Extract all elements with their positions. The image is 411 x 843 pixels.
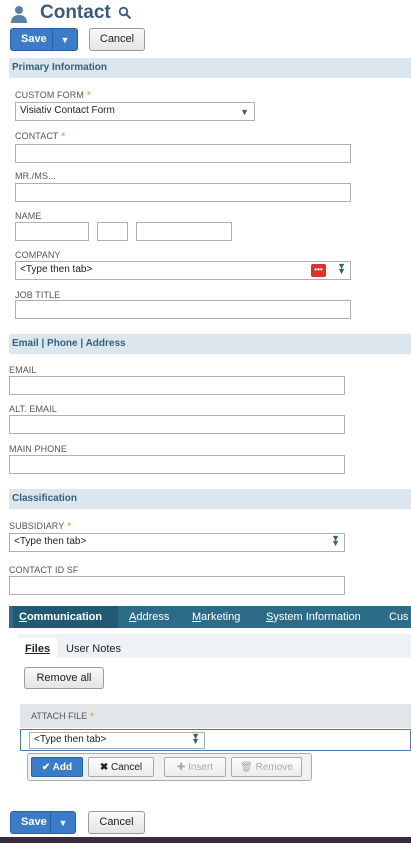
- tab-marketing[interactable]: Marketing: [192, 611, 240, 623]
- bottom-save-button[interactable]: Save ▼: [10, 811, 76, 834]
- bottom-save-button-label: Save: [21, 816, 47, 828]
- double-chevron-down-icon[interactable]: ▼ ▼: [337, 262, 346, 276]
- custom-form-value: Visiativ Contact Form: [20, 105, 115, 116]
- subsidiary-placeholder: <Type then tab>: [14, 536, 87, 547]
- first-name-input[interactable]: [15, 222, 89, 241]
- plus-icon: ✚: [176, 762, 186, 773]
- company-input[interactable]: <Type then tab> ••• ▼ ▼: [15, 261, 351, 280]
- more-icon[interactable]: •••: [311, 264, 326, 277]
- contact-label: CONTACT *: [15, 131, 66, 141]
- custom-form-label: CUSTOM FORM *: [15, 90, 91, 100]
- tab-communication[interactable]: Communication: [19, 611, 102, 623]
- name-label: NAME: [15, 211, 42, 221]
- tab-custom[interactable]: Cus: [389, 611, 409, 623]
- remove-button[interactable]: 🗑 Remove: [231, 757, 302, 777]
- job-title-input[interactable]: [15, 300, 351, 319]
- alt-email-input[interactable]: [9, 415, 345, 434]
- double-chevron-down-icon[interactable]: ▼ ▼: [191, 732, 200, 746]
- company-placeholder: <Type then tab>: [20, 264, 93, 275]
- alt-email-label: ALT. EMAIL: [9, 404, 57, 414]
- page-title: Contact: [40, 2, 111, 23]
- chevron-down-icon[interactable]: ▼: [52, 29, 77, 50]
- cancel-button[interactable]: Cancel: [89, 28, 145, 51]
- subsidiary-input[interactable]: <Type then tab> ▼ ▼: [9, 533, 345, 552]
- contact-id-sf-label: CONTACT ID SF: [9, 565, 79, 575]
- search-icon[interactable]: [118, 6, 132, 20]
- check-icon: ✔: [41, 762, 51, 773]
- person-icon: [10, 5, 28, 23]
- files-subtab-label: Files: [25, 643, 51, 655]
- remove-all-button[interactable]: Remove all: [24, 667, 104, 689]
- section-classification: Classification: [9, 489, 411, 509]
- tab-system-information[interactable]: System Information: [266, 611, 361, 623]
- attach-file-label: ATTACH FILE *: [31, 711, 94, 721]
- contact-input[interactable]: [15, 144, 351, 163]
- last-name-input[interactable]: [136, 222, 232, 241]
- attach-file-placeholder: <Type then tab>: [34, 734, 107, 745]
- save-button-label: Save: [21, 33, 47, 45]
- job-title-label: JOB TITLE: [15, 290, 61, 300]
- salutation-input[interactable]: [15, 183, 351, 202]
- add-button[interactable]: ✔ Add: [31, 757, 83, 777]
- contact-id-sf-input[interactable]: [9, 576, 345, 595]
- chevron-down-icon[interactable]: ▼: [50, 812, 75, 833]
- email-input[interactable]: [9, 376, 345, 395]
- salutation-label: MR./MS...: [15, 171, 56, 181]
- save-button[interactable]: Save ▼: [10, 28, 78, 51]
- section-primary-information: Primary Information: [9, 58, 411, 78]
- bottom-cancel-button[interactable]: Cancel: [88, 811, 145, 834]
- user-notes-subtab[interactable]: User Notes: [66, 643, 121, 655]
- close-icon: ✖: [99, 762, 109, 773]
- dropdown-arrow-icon: ▼: [240, 107, 249, 117]
- company-label: COMPANY: [15, 250, 61, 260]
- tab-address[interactable]: Address: [129, 611, 169, 623]
- row-cancel-button[interactable]: ✖ Cancel: [88, 757, 154, 777]
- main-phone-label: MAIN PHONE: [9, 444, 68, 454]
- double-chevron-down-icon[interactable]: ▼ ▼: [331, 534, 340, 548]
- trash-icon: 🗑: [240, 762, 253, 773]
- custom-form-select[interactable]: Visiativ Contact Form ▼: [15, 102, 255, 121]
- middle-name-input[interactable]: [97, 222, 128, 241]
- main-phone-input[interactable]: [9, 455, 345, 474]
- email-label: EMAIL: [9, 365, 37, 375]
- footer-bar: [0, 837, 411, 843]
- insert-button[interactable]: ✚ Insert: [164, 757, 226, 777]
- section-email-phone-address: Email | Phone | Address: [9, 334, 411, 354]
- subsidiary-label: SUBSIDIARY *: [9, 521, 71, 531]
- attach-file-input[interactable]: <Type then tab> ▼ ▼: [29, 732, 205, 749]
